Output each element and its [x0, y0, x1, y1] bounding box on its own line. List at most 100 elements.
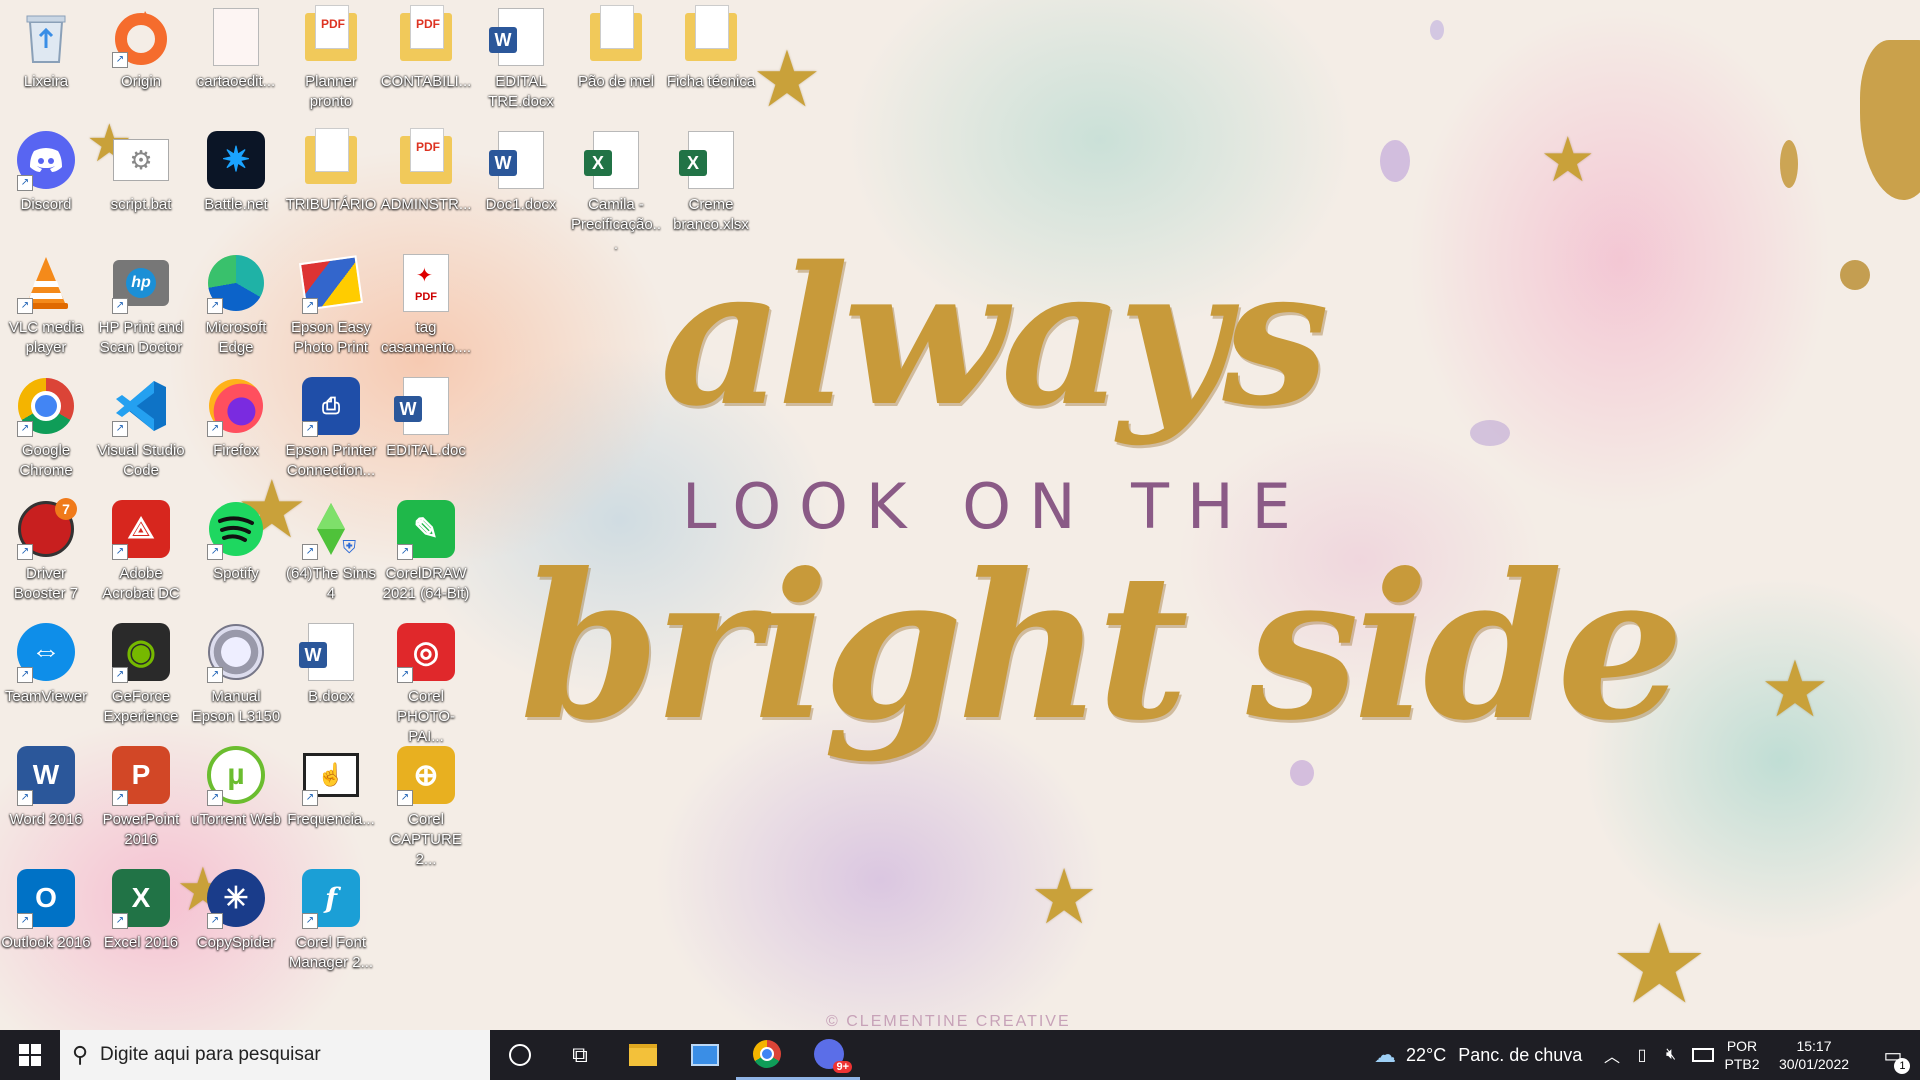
desktop-icon-geforce[interactable]: ◉ ↗ GeForce Experience [95, 615, 187, 733]
desktop-icon-teamviewer[interactable]: ⇔ ↗ TeamViewer [0, 615, 92, 733]
desktop-icon-label: PowerPoint 2016 [102, 811, 180, 848]
desktop-icon-corel-photopaint[interactable]: ◎ ↗ Corel PHOTO-PAI... [380, 615, 472, 745]
vlc-icon: ↗ [15, 252, 77, 314]
desktop-icon-contabili[interactable]: PDF CONTABILI... [380, 0, 472, 118]
desktop-icon-edital-doc[interactable]: W EDITAL.doc [380, 369, 472, 487]
volume-button[interactable]: 🔇︎ [1656, 1030, 1686, 1080]
desktop-icon-epson-printer[interactable]: ⎙ ↗ Epson Printer Connection... [285, 369, 377, 487]
desktop-icon-script-bat[interactable]: ⚙ script.bat [95, 123, 187, 241]
folder-icon [585, 5, 647, 68]
notification-center-button[interactable]: ▭ 1 [1866, 1030, 1920, 1080]
corel-photopaint-icon: ◎ ↗ [395, 621, 457, 683]
desktop-icon-coreldraw[interactable]: ✎ ↗ CorelDRAW 2021 (64-Bit) [380, 492, 472, 610]
excel-icon: X ↗ [110, 867, 172, 929]
shortcut-arrow-icon: ↗ [17, 421, 33, 437]
desktop-icon-corel-font[interactable]: f ↗ Corel Font Manager 2... [285, 861, 377, 979]
taskbar-chrome-profile[interactable]: 9+ [798, 1030, 860, 1080]
desktop-icon-word[interactable]: W ↗ Word 2016 [0, 738, 92, 856]
excel-doc-icon: X [584, 129, 647, 191]
desktop-icon-adminstr[interactable]: PDF ADMINSTR... [380, 123, 472, 241]
desktop-icon-firefox[interactable]: ↗ Firefox [190, 369, 282, 487]
desktop-icon-label: TRIBUTÁRIO [285, 196, 377, 213]
search-placeholder: Digite aqui para pesquisar [100, 1044, 321, 1065]
desktop-icon-excel[interactable]: X ↗ Excel 2016 [95, 861, 187, 979]
desktop-icon-battlenet[interactable]: ✷ Battle.net [190, 123, 282, 241]
notification-icon: ▭ 1 [1884, 1043, 1911, 1074]
weather-widget[interactable]: ☁ 22°C Panc. de chuva [1374, 1030, 1594, 1080]
shortcut-arrow-icon: ↗ [207, 913, 223, 929]
desktop-icon-discord[interactable]: ↗ Discord [0, 123, 92, 241]
device-icon: ▯ [1637, 1047, 1647, 1064]
desktop-icon-ficha-tecnica[interactable]: Ficha técnica [665, 0, 757, 118]
desktop-icon-label: (64)The Sims 4 [285, 565, 377, 602]
desktop-icon-tributario[interactable]: TRIBUTÁRIO [285, 123, 377, 241]
desktop-icon-sims4[interactable]: ⛨ ↗ (64)The Sims 4 [285, 492, 377, 610]
desktop-icon-pao-de-mel[interactable]: Pão de mel [570, 0, 662, 118]
desktop-icon-doc1[interactable]: W Doc1.docx [475, 123, 567, 241]
tray-device-button[interactable]: ▯ [1628, 1030, 1656, 1080]
shortcut-arrow-icon: ↗ [112, 913, 128, 929]
desktop-icon-label: EDITAL.doc [386, 442, 466, 459]
desktop-icon-origin[interactable]: ↗ Origin [95, 0, 187, 118]
shortcut-arrow-icon: ↗ [207, 790, 223, 806]
weather-desc: Panc. de chuva [1458, 1044, 1583, 1065]
pdf-folder-icon: PDF [395, 5, 457, 68]
shortcut-arrow-icon: ↗ [17, 298, 33, 314]
gold-splat [1780, 140, 1798, 188]
file-explorer-icon [629, 1044, 657, 1066]
start-button[interactable] [0, 1030, 60, 1080]
shortcut-arrow-icon: ↗ [112, 52, 128, 68]
desktop-icon-creme-branco[interactable]: X Creme branco.xlsx [665, 123, 757, 241]
battery-button[interactable] [1688, 1030, 1718, 1080]
language-button[interactable]: POR PTB2 [1720, 1030, 1764, 1080]
gold-star: ★ [752, 35, 822, 123]
desktop-icon-label: Adobe Acrobat DC [102, 565, 180, 602]
desktop-icon-manual-epson[interactable]: ↗ Manual Epson L3150 [190, 615, 282, 733]
cortana-button[interactable] [490, 1030, 550, 1080]
shortcut-arrow-icon: ↗ [397, 790, 413, 806]
desktop-icon-driver-booster[interactable]: 7 ↗ Driver Booster 7 [0, 492, 92, 610]
desktop-icon-corel-capture[interactable]: ⊕ ↗ Corel CAPTURE 2... [380, 738, 472, 868]
desktop-icon-vlc[interactable]: ↗ VLC media player [0, 246, 92, 364]
task-view-button[interactable]: ⧉ [550, 1030, 610, 1080]
spotify-icon: ↗ [205, 498, 267, 560]
desktop[interactable]: ★ ★ ★ ★ ★ ★ ★ ★ always LOOK ON THE brigh… [0, 0, 1920, 1030]
desktop-icon-label: Visual Studio Code [97, 442, 185, 479]
desktop-icon-tag-casamento[interactable]: PDF ✦ tag casamento.... [380, 246, 472, 364]
desktop-icon-label: Corel Font Manager 2... [288, 934, 374, 971]
shortcut-arrow-icon: ↗ [17, 175, 33, 191]
desktop-icon-edge[interactable]: ↗ Microsoft Edge [190, 246, 282, 364]
desktop-icon-label: Manual Epson L3150 [191, 688, 281, 725]
wallpaper-quote-line1: always [660, 225, 1329, 448]
desktop-icon-cartaoedit[interactable]: cartaoedit... [190, 0, 282, 118]
desktop-icon-chrome[interactable]: ↗ Google Chrome [0, 369, 92, 487]
desktop-icon-epson-photo[interactable]: ↗ Epson Easy Photo Print [285, 246, 377, 364]
desktop-icon-powerpoint[interactable]: P ↗ PowerPoint 2016 [95, 738, 187, 856]
show-hidden-icons-button[interactable]: ︿ [1598, 1030, 1626, 1080]
desktop-icon-lixeira[interactable]: Lixeira [0, 0, 92, 118]
gold-star: ★ [1610, 903, 1709, 1026]
desktop-icon-outlook[interactable]: O ↗ Outlook 2016 [0, 861, 92, 979]
desktop-icon-b-docx[interactable]: W B.docx [285, 615, 377, 733]
desktop-icon-planner[interactable]: PDF Planner pronto [285, 0, 377, 118]
desktop-icon-edital-tre[interactable]: W EDITAL TRE.docx [475, 0, 567, 118]
desktop-icon-utorrent[interactable]: µ ↗ uTorrent Web [190, 738, 282, 856]
desktop-icon-spotify[interactable]: ↗ Spotify [190, 492, 282, 610]
desktop-icon-frequencia[interactable]: ☝ ↗ Frequencia... [285, 738, 377, 856]
taskbar-search-box[interactable]: ⚲ Digite aqui para pesquisar [60, 1030, 490, 1080]
desktop-icon-label: Driver Booster 7 [13, 565, 79, 602]
excel-doc-icon: X [679, 129, 742, 191]
taskbar-chrome[interactable] [736, 1030, 798, 1080]
vscode-icon: ↗ [110, 375, 172, 437]
desktop-icon-hp-print-scan[interactable]: hp ↗ HP Print and Scan Doctor [95, 246, 187, 364]
control-panel-icon [691, 1044, 719, 1066]
desktop-icon-acrobat[interactable]: ⟁ ↗ Adobe Acrobat DC [95, 492, 187, 610]
desktop-icon-vscode[interactable]: ↗ Visual Studio Code [95, 369, 187, 487]
clock[interactable]: 15:17 30/01/2022 [1766, 1030, 1862, 1080]
desktop-icon-camila[interactable]: X Camila - Precificação... [570, 123, 662, 253]
desktop-icon-label: Origin [120, 73, 161, 90]
taskbar-control-panel[interactable] [674, 1030, 736, 1080]
taskbar-file-explorer[interactable] [612, 1030, 674, 1080]
desktop-icon-copyspider[interactable]: ✳ ↗ CopySpider [190, 861, 282, 979]
coreldraw-icon: ✎ ↗ [395, 498, 457, 560]
